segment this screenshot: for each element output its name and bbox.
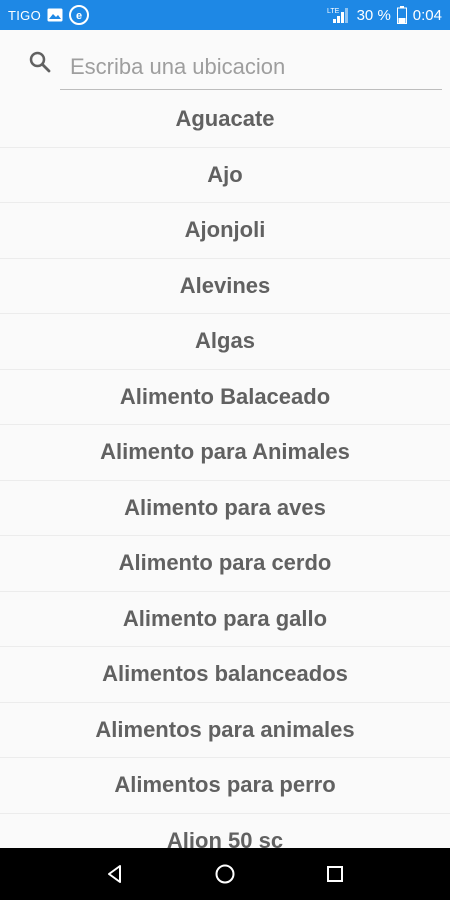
list-item[interactable]: Alimento para Animales xyxy=(0,425,450,481)
signal-icon: LTE xyxy=(327,6,351,24)
status-bar: TIGO e LTE 30 % 0:04 xyxy=(0,0,450,30)
image-icon xyxy=(47,8,63,22)
list-item[interactable]: Alimentos balanceados xyxy=(0,647,450,703)
app-e-icon: e xyxy=(68,5,89,25)
search-icon[interactable] xyxy=(28,50,52,74)
list-item[interactable]: Ajonjoli xyxy=(0,203,450,259)
status-right: LTE 30 % 0:04 xyxy=(327,6,442,24)
list-item[interactable]: Alimento para gallo xyxy=(0,592,450,647)
carrier-label: TIGO xyxy=(8,7,41,23)
svg-text:LTE: LTE xyxy=(327,8,340,15)
list-item[interactable]: Alevines xyxy=(0,259,450,314)
battery-percent: 30 % xyxy=(356,6,391,24)
list-item[interactable]: Alimentos para animales xyxy=(0,703,450,758)
back-icon[interactable] xyxy=(95,854,135,894)
list-item[interactable]: Alimento Balaceado xyxy=(0,370,450,425)
list-item[interactable]: Alimento para cerdo xyxy=(0,536,450,592)
location-list: Aguacate Ajo Ajonjoli Alevines Algas Ali… xyxy=(0,92,450,848)
battery-icon xyxy=(396,6,407,24)
list-item[interactable]: Alimento para aves xyxy=(0,481,450,536)
recents-icon[interactable] xyxy=(315,854,355,894)
status-left: TIGO e xyxy=(8,5,89,25)
list-item[interactable]: Alion 50 sc xyxy=(0,814,450,848)
search-bar xyxy=(0,30,450,92)
list-item[interactable]: Ajo xyxy=(0,148,450,203)
svg-text:e: e xyxy=(76,10,82,22)
search-input[interactable] xyxy=(60,44,442,90)
clock: 0:04 xyxy=(412,6,442,24)
list-item[interactable]: Algas xyxy=(0,314,450,370)
list-item[interactable]: Alimentos para perro xyxy=(0,758,450,814)
home-icon[interactable] xyxy=(205,854,245,894)
navigation-bar xyxy=(0,848,450,900)
list-item[interactable]: Aguacate xyxy=(0,92,450,148)
